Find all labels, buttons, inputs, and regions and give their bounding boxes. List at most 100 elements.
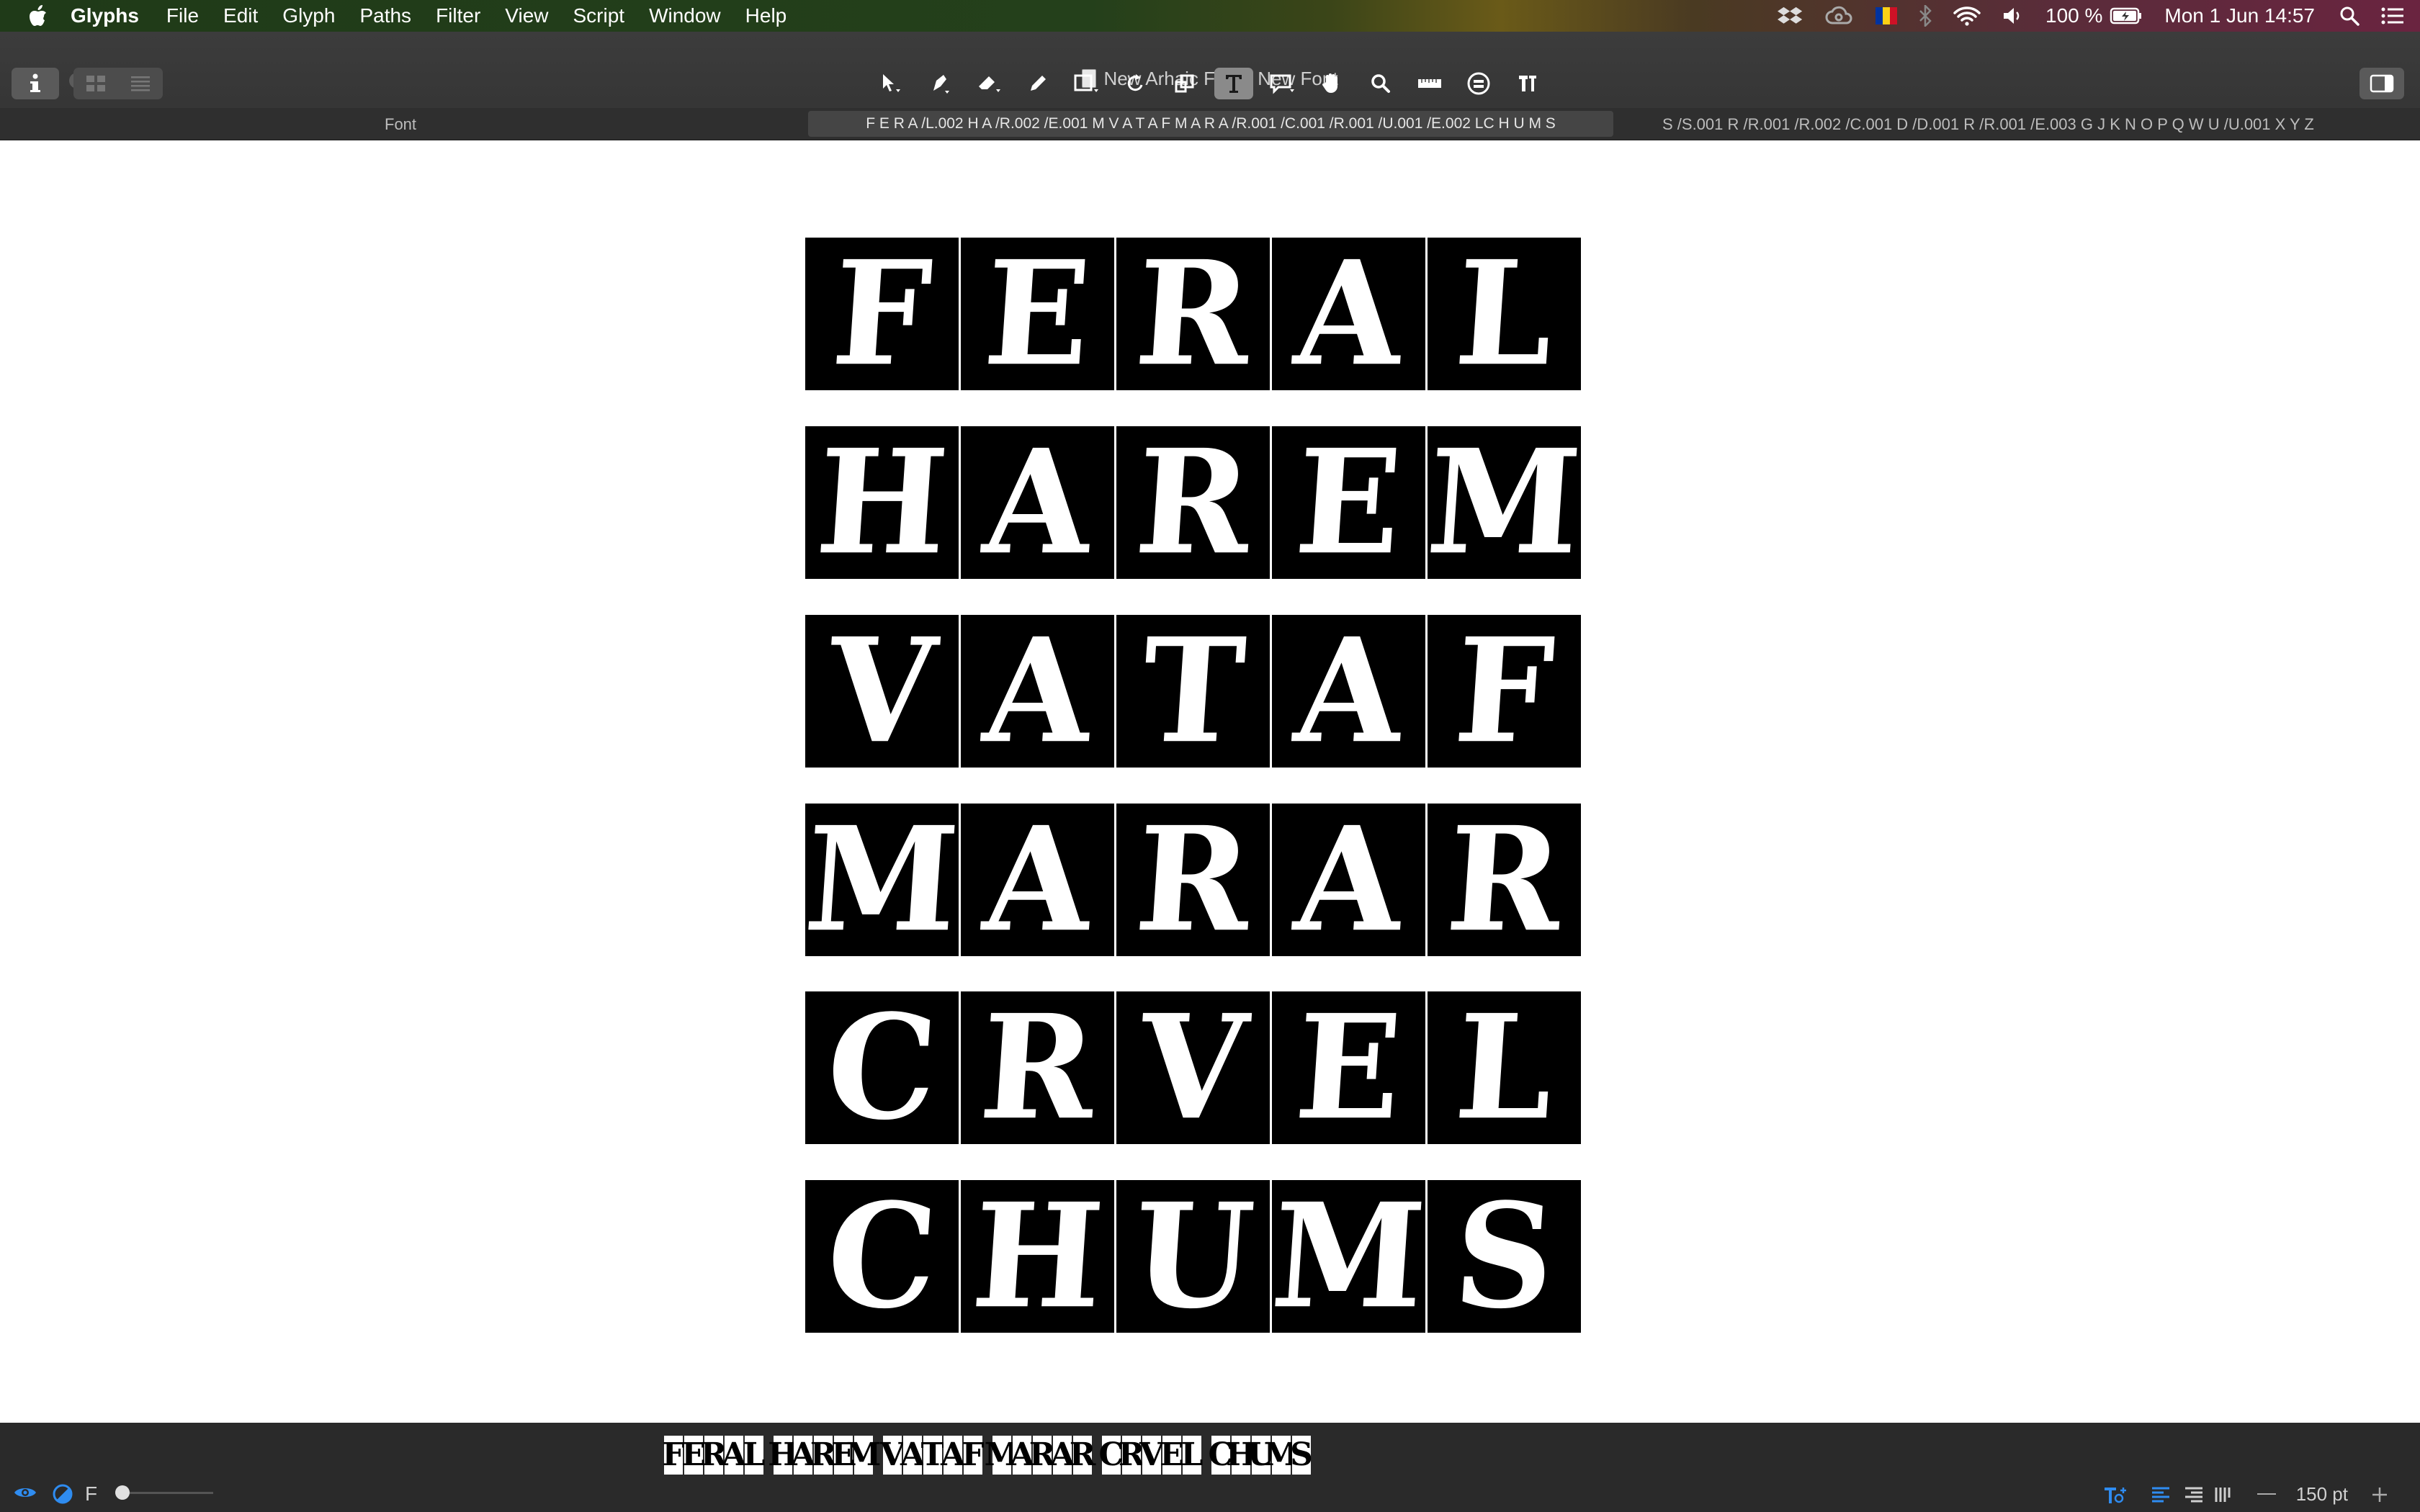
preview-glyph: F	[962, 1436, 985, 1475]
dropbox-icon[interactable]	[1778, 6, 1803, 26]
rotate-tool[interactable]	[1116, 68, 1155, 99]
glyph-tile[interactable]: E	[1272, 991, 1425, 1144]
glyph-tile[interactable]: R	[961, 991, 1114, 1144]
apple-icon[interactable]	[27, 4, 49, 27]
glyph-tile[interactable]: V	[805, 615, 959, 768]
menu-paths[interactable]: Paths	[359, 4, 411, 27]
hand-tool[interactable]	[1312, 68, 1351, 99]
grid-view-icon[interactable]	[73, 75, 118, 92]
bluetooth-icon[interactable]	[1919, 5, 1932, 27]
color-icon[interactable]	[52, 1483, 73, 1508]
text-options-icon[interactable]	[2103, 1485, 2128, 1508]
glyph-tile[interactable]: S	[1428, 1180, 1581, 1333]
glyph-tile[interactable]: R	[1116, 426, 1270, 579]
zoom-out-button[interactable]	[2257, 1493, 2276, 1495]
glyph-tile[interactable]: R	[1116, 804, 1270, 956]
preview-size-slider[interactable]	[115, 1485, 213, 1500]
menu-glyph[interactable]: Glyph	[282, 4, 335, 27]
glyph-tile[interactable]: R	[1116, 238, 1270, 390]
flag-icon[interactable]	[1876, 7, 1897, 24]
glyph-letter: V	[823, 615, 941, 768]
glyph-row: MARAR	[805, 804, 1583, 956]
glyph-tile[interactable]: L	[1428, 991, 1581, 1144]
glyph-tile[interactable]: M	[1428, 426, 1581, 579]
menu-file[interactable]: File	[166, 4, 199, 27]
glyph-tile[interactable]: L	[1428, 238, 1581, 390]
preview-glyph: R	[1070, 1436, 1095, 1475]
kerning-tool[interactable]	[1508, 68, 1547, 99]
annotation-tool[interactable]	[1263, 68, 1302, 99]
glyph-tile[interactable]: V	[1116, 991, 1270, 1144]
menu-glyphs[interactable]: Glyphs	[71, 4, 139, 27]
zoom-tool[interactable]	[1361, 68, 1400, 99]
glyph-tile[interactable]: F	[1428, 615, 1581, 768]
preview-strip: FERALHAREMVATAFMARARCRVELCHUMS	[662, 1436, 1313, 1475]
glyph-tile[interactable]: A	[1272, 615, 1425, 768]
glyph-tile[interactable]: T	[1116, 615, 1270, 768]
glyph-letter: A	[1290, 238, 1408, 390]
battery-percent: 100 %	[2045, 4, 2103, 27]
glyph-tile[interactable]: F	[805, 238, 959, 390]
info-button[interactable]	[12, 68, 59, 99]
eraser-tool[interactable]	[969, 68, 1008, 99]
select-tool[interactable]	[871, 68, 910, 99]
notification-center-icon[interactable]	[2381, 7, 2404, 24]
zoom-value[interactable]: 150 pt	[2296, 1483, 2348, 1506]
menu-view[interactable]: View	[505, 4, 548, 27]
components-tool[interactable]	[1459, 68, 1498, 99]
glyph-tile[interactable]: U	[1116, 1180, 1270, 1333]
slider-knob[interactable]	[115, 1485, 130, 1500]
menu-script[interactable]: Script	[573, 4, 624, 27]
tab-current-text[interactable]: F E R A /L.002 H A /R.002 /E.001 M V A T…	[808, 111, 1613, 137]
tab-glyph-list[interactable]: S /S.001 R /R.001 /R.002 /C.001 D /D.001…	[1662, 115, 2314, 134]
menu-window[interactable]: Window	[649, 4, 721, 27]
align-right-icon[interactable]	[2184, 1486, 2204, 1507]
tab-font[interactable]: Font	[385, 115, 416, 134]
menu-filter[interactable]: Filter	[436, 4, 480, 27]
glyph-tile[interactable]: A	[961, 615, 1114, 768]
glyph-tile[interactable]: C	[805, 991, 959, 1144]
text-tool[interactable]	[1214, 68, 1253, 99]
battery-icon[interactable]	[2110, 6, 2143, 25]
clock[interactable]: Mon 1 Jun 14:57	[2164, 4, 2315, 27]
glyph-letter: F	[828, 238, 936, 390]
glyph-letter: R	[1130, 804, 1256, 956]
glyph-tile[interactable]: A	[1272, 804, 1425, 956]
volume-icon[interactable]	[2002, 6, 2024, 26]
creative-cloud-icon[interactable]	[1825, 6, 1854, 26]
glyph-tile[interactable]: A	[1272, 238, 1425, 390]
scale-tool[interactable]	[1165, 68, 1204, 99]
glyph-tile[interactable]: H	[961, 1180, 1114, 1333]
glyph-tile[interactable]: M	[1272, 1180, 1425, 1333]
glyph-row: VATAF	[805, 615, 1583, 768]
list-view-icon[interactable]	[118, 75, 163, 92]
zoom-tool-icon	[1371, 74, 1390, 93]
align-left-icon[interactable]	[2151, 1486, 2171, 1507]
glyph-tile[interactable]: R	[1428, 804, 1581, 956]
glyph-tile[interactable]: E	[961, 238, 1114, 390]
glyph-tile[interactable]: A	[961, 804, 1114, 956]
glyph-tile[interactable]: C	[805, 1180, 959, 1333]
glyph-tile[interactable]: H	[805, 426, 959, 579]
glyph-letter: R	[1441, 804, 1567, 956]
preview-glyph: F	[662, 1436, 685, 1475]
draw-tool[interactable]	[920, 68, 959, 99]
zoom-in-button[interactable]	[2371, 1486, 2388, 1503]
edit-canvas[interactable]: FERALHAREMVATAFMARARCRVELCHUMS	[0, 140, 2420, 1422]
measure-tool[interactable]	[1410, 68, 1449, 99]
menu-edit[interactable]: Edit	[223, 4, 258, 27]
vertical-text-icon[interactable]	[2214, 1486, 2234, 1507]
kerning-tool-icon	[1519, 76, 1536, 91]
eye-icon[interactable]	[13, 1483, 37, 1506]
glyph-tile[interactable]: M	[805, 804, 959, 956]
spotlight-icon[interactable]	[2339, 6, 2360, 26]
sidebar-toggle-button[interactable]	[2360, 68, 2404, 99]
glyph-letter: C	[822, 991, 942, 1144]
pencil-tool[interactable]	[1018, 68, 1057, 99]
menu-help[interactable]: Help	[745, 4, 787, 27]
glyph-tile[interactable]: E	[1272, 426, 1425, 579]
primitives-tool[interactable]	[1067, 68, 1106, 99]
preview-glyph: R	[1029, 1436, 1055, 1475]
glyph-tile[interactable]: A	[961, 426, 1114, 579]
wifi-icon[interactable]	[1953, 6, 1981, 26]
